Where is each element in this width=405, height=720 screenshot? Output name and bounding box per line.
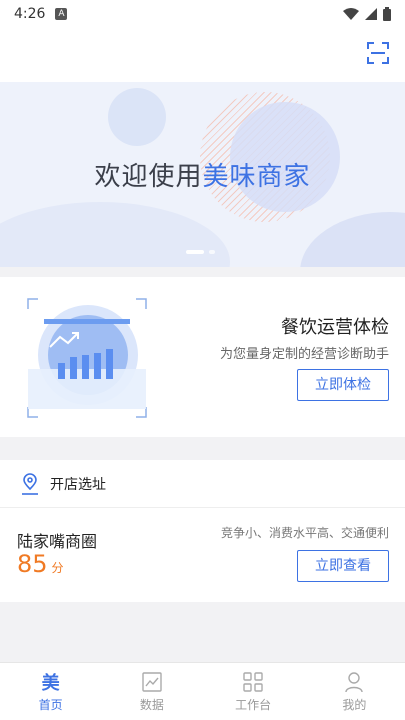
business-area-name: 陆家嘴商圈	[17, 532, 98, 551]
area-feature-tags: 竞争小、消费水平高、交通便利	[220, 526, 389, 540]
location-pin-icon	[22, 473, 38, 495]
tab-profile-label: 我的	[342, 698, 367, 712]
bottom-tab-bar: 美 首页 数据 工作台 我的	[0, 662, 405, 720]
battery-icon	[383, 7, 391, 21]
site-selection-label: 开店选址	[50, 477, 106, 493]
carousel-indicator	[186, 250, 215, 254]
banner-decor-circle	[108, 88, 166, 146]
start-health-check-button[interactable]: 立即体检	[297, 369, 389, 401]
carousel-dot	[209, 250, 215, 254]
tab-home-label: 首页	[38, 698, 63, 712]
status-bar: 4:26 A	[0, 0, 405, 28]
welcome-banner[interactable]: 欢迎使用美味商家	[0, 82, 405, 267]
health-check-subtitle: 为您量身定制的经营诊断助手	[219, 347, 389, 362]
banner-decor-blob	[300, 212, 405, 267]
health-check-title: 餐饮运营体检	[281, 317, 389, 338]
tab-profile[interactable]: 我的	[304, 663, 405, 720]
wifi-icon	[343, 8, 359, 20]
area-score-value: 85	[17, 550, 48, 578]
tab-data[interactable]: 数据	[101, 663, 202, 720]
tab-workbench[interactable]: 工作台	[203, 663, 304, 720]
site-selection-header[interactable]: 开店选址	[0, 460, 405, 508]
banner-title-brand: 美味商家	[202, 162, 311, 192]
chart-icon	[142, 672, 162, 692]
carousel-dot-active	[186, 250, 204, 254]
health-check-card: 餐饮运营体检 为您量身定制的经营诊断助手 立即体检	[0, 277, 405, 437]
banner-title: 欢迎使用美味商家	[0, 156, 405, 193]
area-score: 85 分	[17, 550, 64, 578]
grid-icon	[243, 672, 263, 692]
tab-data-label: 数据	[139, 698, 164, 712]
analytics-illustration-icon	[27, 298, 147, 418]
top-bar	[0, 28, 405, 82]
notification-badge: A	[55, 8, 68, 20]
status-time: 4:26	[14, 6, 46, 22]
banner-decor-blob	[0, 202, 230, 267]
area-score-unit: 分	[51, 561, 64, 575]
tab-home[interactable]: 美 首页	[0, 663, 101, 720]
person-icon	[345, 672, 364, 693]
banner-title-prefix: 欢迎使用	[94, 162, 203, 192]
tab-workbench-label: 工作台	[235, 698, 272, 712]
signal-icon	[365, 8, 377, 20]
home-mei-icon: 美	[41, 673, 60, 694]
view-now-button[interactable]: 立即查看	[297, 550, 389, 582]
scan-icon[interactable]	[367, 42, 389, 64]
site-selection-card: 开店选址 陆家嘴商圈 85 分 竞争小、消费水平高、交通便利 立即查看	[0, 460, 405, 602]
